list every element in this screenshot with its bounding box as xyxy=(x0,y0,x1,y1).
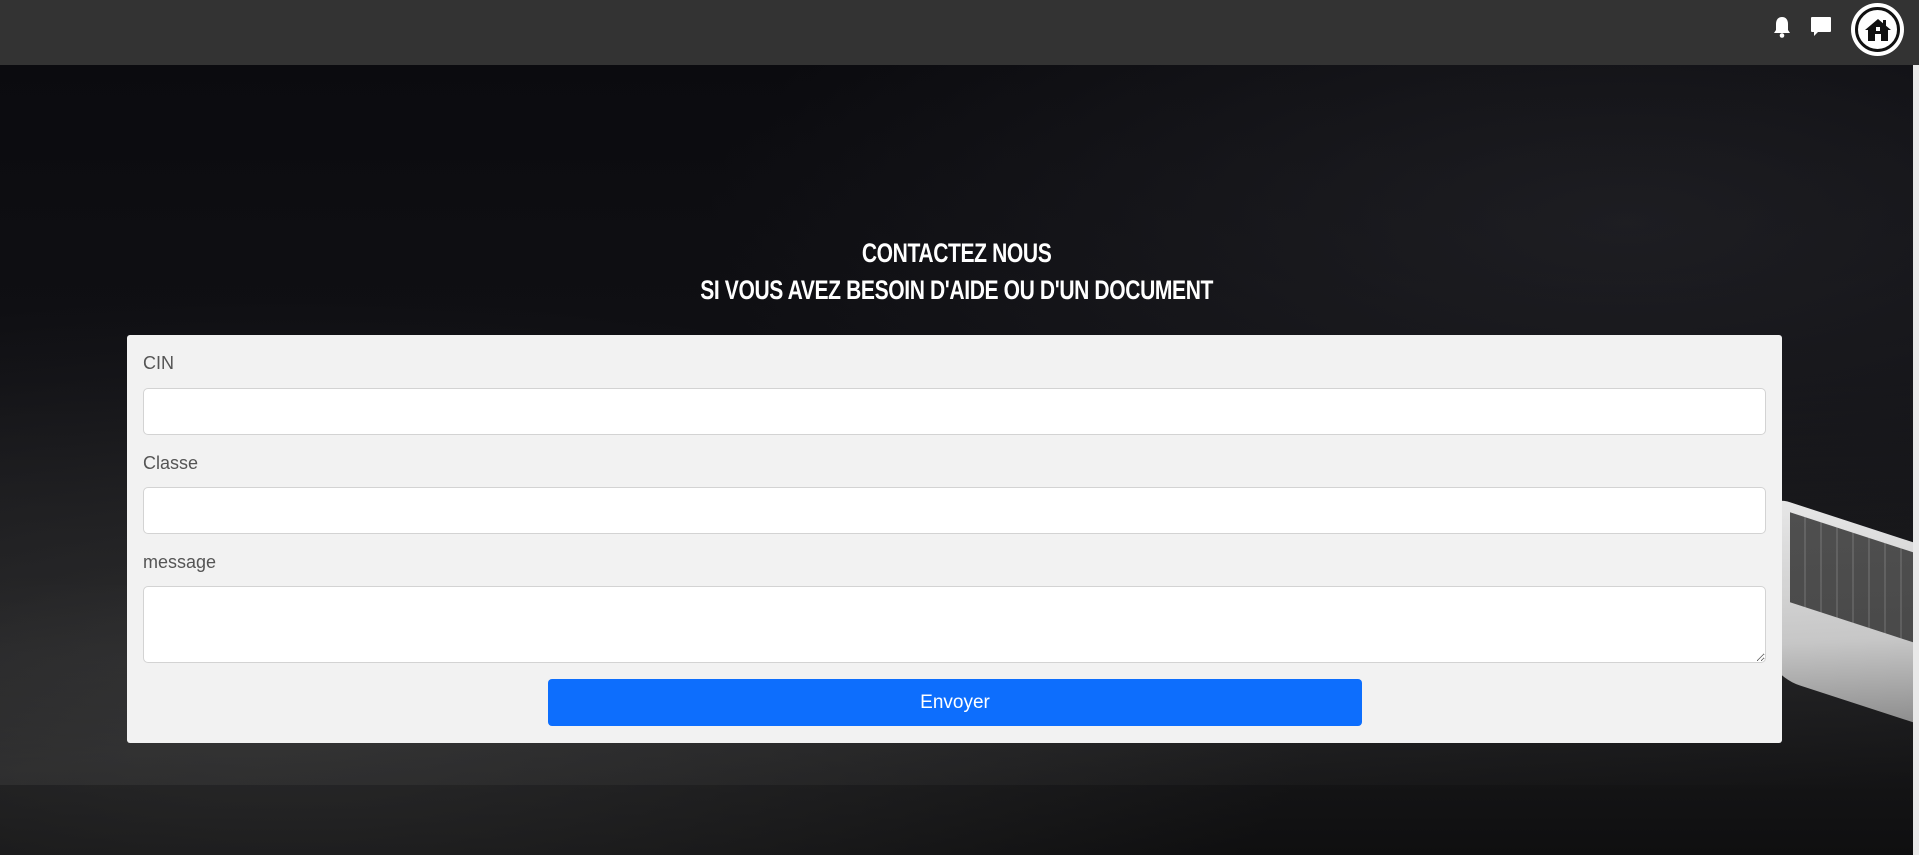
hero-background: CONTACTEZ NOUS SI VOUS AVEZ BESOIN D'AID… xyxy=(0,65,1913,855)
title-line-2: SI VOUS AVEZ BESOIN D'AIDE OU D'UN DOCUM… xyxy=(700,275,1213,305)
chat-icon[interactable] xyxy=(1808,14,1834,40)
scrollbar[interactable] xyxy=(1913,65,1919,855)
classe-input[interactable] xyxy=(143,487,1766,534)
message-textarea[interactable] xyxy=(143,586,1766,663)
home-icon xyxy=(1855,7,1900,52)
title-line-1: CONTACTEZ NOUS xyxy=(861,238,1052,268)
bell-icon[interactable] xyxy=(1770,15,1794,39)
cin-input[interactable] xyxy=(143,388,1766,435)
top-navbar xyxy=(0,0,1919,65)
contact-form: CIN Classe message Envoyer xyxy=(127,335,1782,743)
home-button[interactable] xyxy=(1851,3,1904,56)
cin-label: CIN xyxy=(143,353,174,373)
classe-label: Classe xyxy=(143,453,199,473)
message-label: message xyxy=(143,552,217,572)
submit-button[interactable]: Envoyer xyxy=(548,679,1362,726)
page-title: CONTACTEZ NOUS SI VOUS AVEZ BESOIN D'AID… xyxy=(211,235,1703,309)
